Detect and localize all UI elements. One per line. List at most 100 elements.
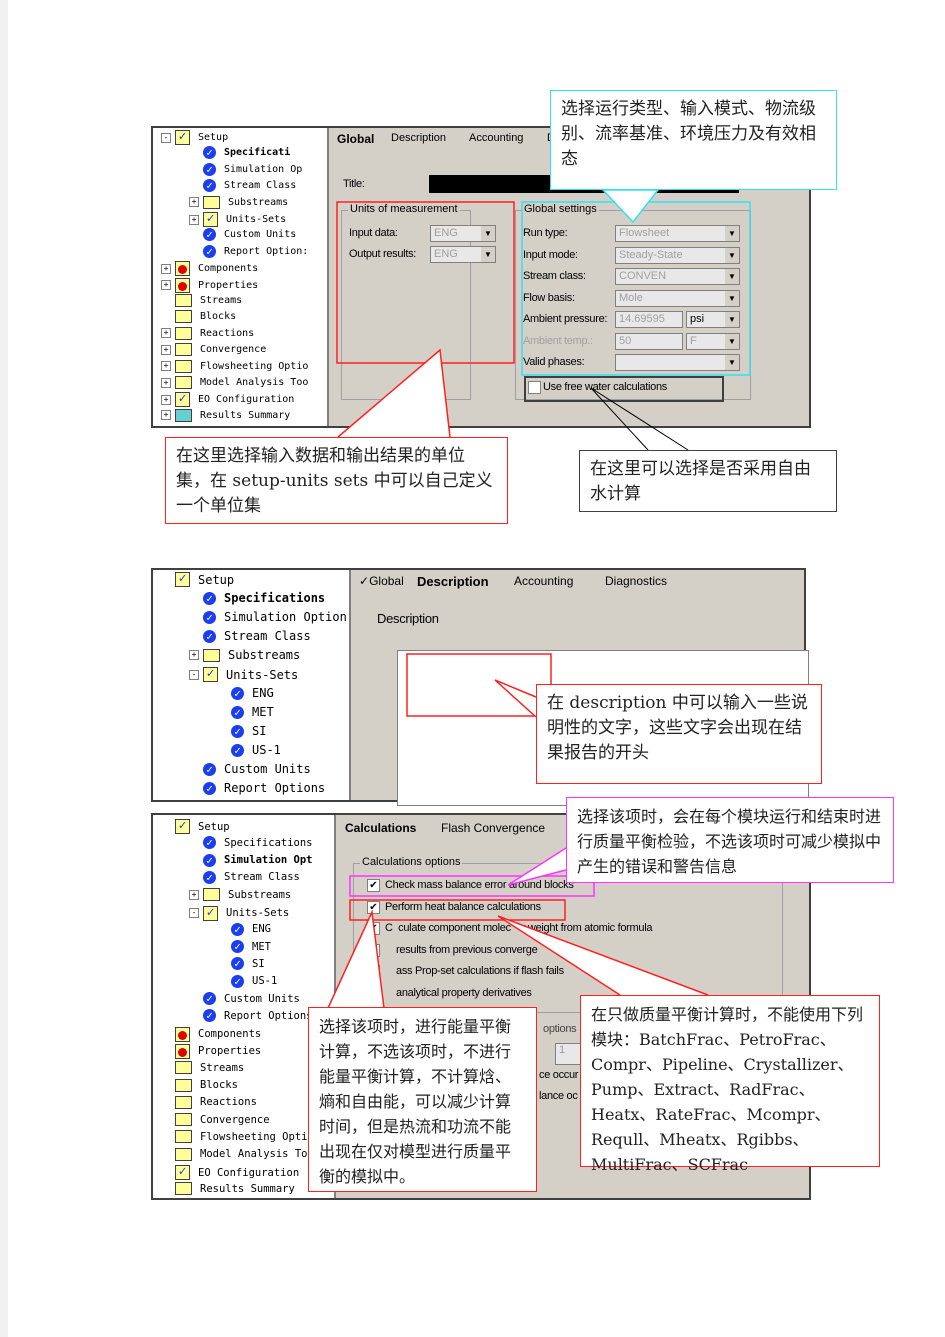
tree-item[interactable]: + ✓ Units-Sets bbox=[189, 212, 286, 227]
expand-icon[interactable]: + bbox=[189, 197, 199, 208]
collapse-icon[interactable]: - bbox=[161, 132, 171, 143]
tree-item[interactable]: Blocks bbox=[161, 1078, 238, 1092]
expand-icon[interactable]: + bbox=[189, 650, 199, 660]
stream-class-select[interactable]: CONVEN ▼ bbox=[615, 268, 740, 285]
tree-item[interactable]: ✓ MET bbox=[217, 940, 271, 954]
tree-item[interactable]: + Flowsheeting Optio bbox=[161, 359, 308, 373]
tree-item[interactable]: ✓ EO Configuration bbox=[161, 1165, 299, 1180]
tree-item[interactable]: ✓ Specifications bbox=[189, 836, 313, 850]
tree-item[interactable]: ✓ Simulation Option bbox=[189, 610, 347, 624]
tree-item[interactable]: + Substreams bbox=[189, 648, 300, 662]
option-checkbox[interactable]: ✔ bbox=[367, 900, 380, 914]
tree-item[interactable]: Components bbox=[161, 1026, 261, 1042]
tree-item[interactable]: Blocks bbox=[161, 310, 236, 324]
tab-global[interactable]: Global bbox=[337, 132, 374, 146]
tree-item[interactable]: ✓ US-1 bbox=[217, 974, 277, 988]
tab-calculations[interactable]: Calculations bbox=[345, 821, 416, 835]
tree-item[interactable]: Properties bbox=[161, 1043, 261, 1059]
flow-basis-select[interactable]: Mole ▼ bbox=[615, 289, 740, 307]
input-data-select[interactable]: ENG ▼ bbox=[430, 225, 496, 242]
incomplete-folder-icon bbox=[175, 1043, 190, 1059]
expand-icon[interactable]: + bbox=[161, 280, 171, 291]
tree-item[interactable]: ✓ Stream Class bbox=[189, 870, 300, 884]
tree-item[interactable]: ✓ SI bbox=[217, 724, 266, 738]
tree-item[interactable]: ✓ US-1 bbox=[217, 743, 281, 757]
tree-item[interactable]: Streams bbox=[161, 294, 242, 307]
tree-item[interactable]: ✓ Simulation Opt bbox=[189, 853, 313, 867]
tree-item[interactable]: ✓ Report Option: bbox=[189, 244, 308, 258]
tab-description[interactable]: Description bbox=[417, 574, 489, 589]
tree-item[interactable]: - ✓ Setup bbox=[161, 130, 228, 145]
pressure-unit-select[interactable]: psi ▼ bbox=[686, 311, 740, 328]
tree-item[interactable]: Flowsheeting Optio bbox=[161, 1130, 314, 1144]
tree-item[interactable]: ✓ Custom Units bbox=[189, 228, 296, 242]
expand-icon[interactable]: + bbox=[161, 410, 171, 421]
tree-item[interactable]: + Components bbox=[161, 261, 258, 277]
tree-item[interactable]: + Results Summary bbox=[161, 408, 291, 422]
tree-item[interactable]: - ✓ Units-Sets bbox=[189, 905, 289, 921]
option-checkbox[interactable]: ✔ bbox=[367, 965, 380, 978]
tree-item[interactable]: ✓ ENG bbox=[217, 922, 271, 936]
tree-item[interactable]: ✓ Specificati bbox=[189, 146, 290, 160]
tree-item[interactable]: ✓ MET bbox=[217, 705, 274, 719]
collapse-icon[interactable]: - bbox=[189, 908, 199, 918]
tree-item[interactable]: ✓ Report Options bbox=[189, 1009, 313, 1023]
run-type-select[interactable]: Flowsheet ▼ bbox=[615, 225, 740, 242]
valid-phases-select[interactable]: ▼ bbox=[615, 354, 740, 371]
tree-item[interactable]: + Properties bbox=[161, 277, 258, 293]
tree-item[interactable]: ✓ Setup bbox=[161, 819, 230, 834]
tree-item[interactable]: ✓ ENG bbox=[217, 686, 274, 700]
tree-item[interactable]: ✓ Simulation Op bbox=[189, 162, 302, 176]
tab-accounting[interactable]: Accounting bbox=[514, 574, 573, 588]
valid-phases-label: Valid phases: bbox=[523, 356, 585, 368]
tab-description[interactable]: Description bbox=[391, 132, 446, 144]
tree-item[interactable]: Results Summary bbox=[161, 1182, 295, 1196]
tree-item[interactable]: + Model Analysis Too bbox=[161, 376, 308, 389]
temp-unit-select[interactable]: F ▼ bbox=[686, 332, 740, 350]
output-results-select[interactable]: ENG ▼ bbox=[430, 246, 496, 263]
expand-icon[interactable]: + bbox=[161, 361, 171, 372]
expand-icon[interactable]: + bbox=[161, 328, 171, 339]
tree-item[interactable]: ✓ Custom Units bbox=[189, 992, 300, 1005]
tree-item[interactable]: Reactions bbox=[161, 1095, 257, 1109]
option-checkbox[interactable]: ✔ bbox=[367, 879, 380, 892]
input-mode-select[interactable]: Steady-State ▼ bbox=[615, 246, 740, 264]
collapse-icon[interactable]: - bbox=[189, 669, 199, 680]
tree-item[interactable]: + Substreams bbox=[189, 195, 288, 209]
tab-accounting[interactable]: Accounting bbox=[469, 132, 523, 144]
tree-item[interactable]: ✓ Report Options bbox=[189, 781, 325, 795]
tree-item[interactable]: + Substreams bbox=[189, 888, 291, 902]
expand-icon[interactable]: + bbox=[161, 394, 171, 405]
folder-icon bbox=[175, 310, 192, 324]
tab-global[interactable]: ✓Global bbox=[359, 574, 404, 588]
tree-item[interactable]: ✓ Custom Units bbox=[189, 762, 311, 776]
free-water-checkbox[interactable] bbox=[528, 381, 541, 394]
ambient-pressure-select[interactable]: 14.69595 bbox=[615, 311, 683, 328]
tree-item[interactable]: Streams bbox=[161, 1061, 244, 1075]
tab-flash-convergence[interactable]: Flash Convergence bbox=[441, 821, 545, 835]
tree-item[interactable]: Model Analysis Too bbox=[161, 1147, 314, 1161]
tree-item[interactable]: Convergence bbox=[161, 1113, 270, 1127]
ambient-temp-select[interactable]: 50 bbox=[615, 332, 683, 350]
tree-item[interactable]: ✓ Specifications bbox=[189, 591, 325, 605]
expand-icon[interactable]: + bbox=[161, 377, 171, 388]
tree-item[interactable]: - ✓ Units-Sets bbox=[189, 667, 298, 682]
tree-item[interactable]: + Reactions bbox=[161, 326, 254, 340]
option-checkbox[interactable]: ✔ bbox=[367, 922, 380, 935]
tree-item[interactable]: ✓ Setup bbox=[161, 572, 234, 587]
expand-icon[interactable]: + bbox=[189, 889, 199, 900]
option-checkbox[interactable]: ✔ bbox=[367, 943, 380, 957]
chevron-down-icon: ▼ bbox=[725, 333, 739, 349]
tree-item[interactable]: ✓ Stream Class bbox=[189, 179, 296, 193]
tree-item[interactable]: + ✓ EO Configuration bbox=[161, 392, 294, 408]
expand-icon[interactable]: + bbox=[189, 214, 199, 225]
option-checkbox[interactable] bbox=[367, 986, 380, 1000]
expand-icon[interactable]: + bbox=[161, 263, 171, 274]
expand-icon[interactable]: + bbox=[161, 344, 171, 355]
tree-item[interactable]: ✓ Stream Class bbox=[189, 629, 311, 643]
tab-diagnostics[interactable]: Diagnostics bbox=[605, 574, 667, 588]
tree-item[interactable]: + Convergence bbox=[161, 343, 266, 357]
tree-item-label: Results Summary bbox=[200, 409, 291, 421]
group-label: Global settings bbox=[522, 203, 599, 215]
tree-item[interactable]: ✓ SI bbox=[217, 957, 265, 971]
